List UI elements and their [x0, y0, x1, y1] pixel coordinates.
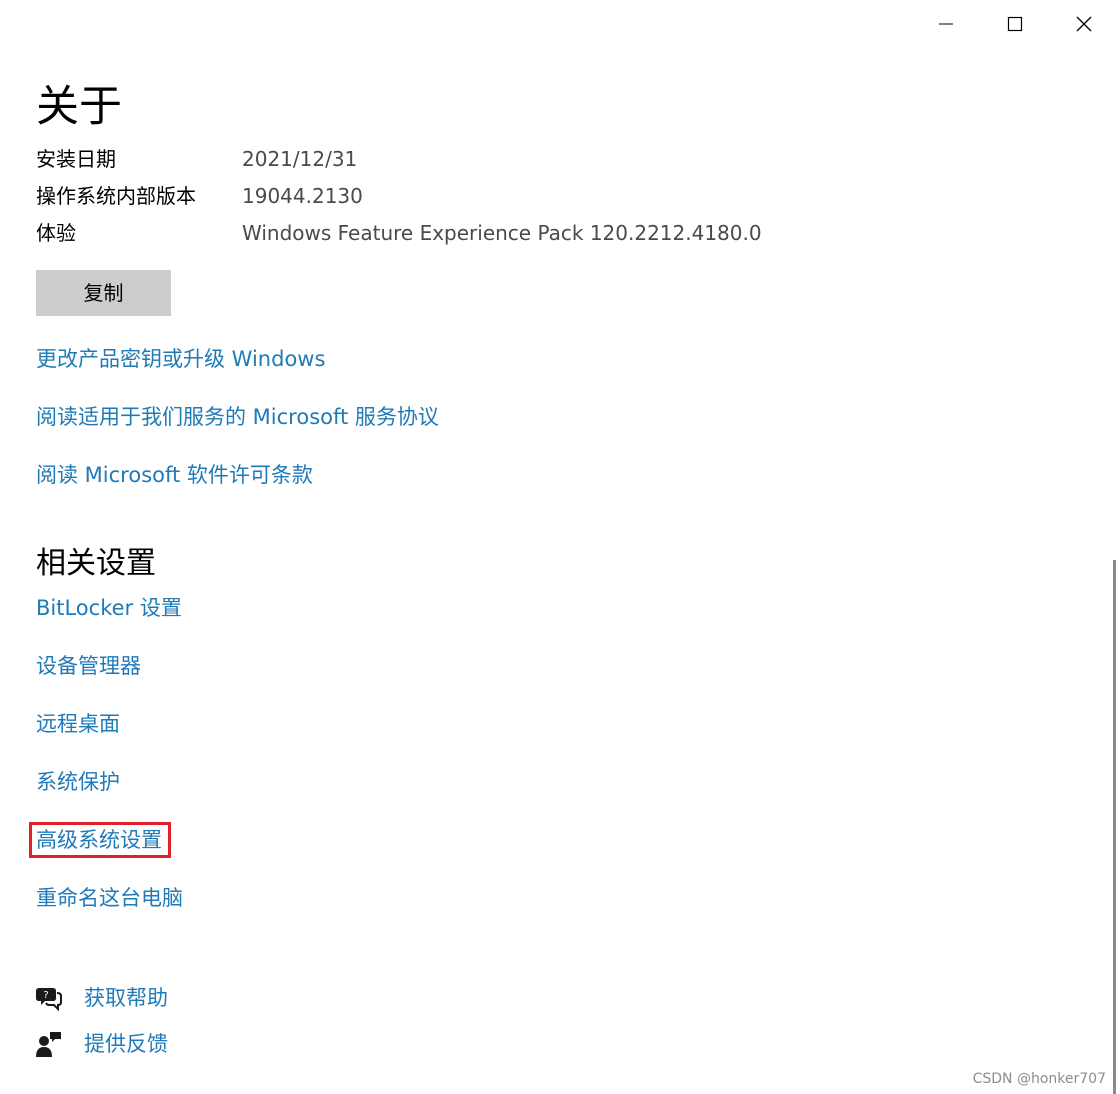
scrollbar[interactable]: [1113, 560, 1116, 1094]
link-device-manager[interactable]: 设备管理器: [36, 651, 141, 681]
spec-value: 2021/12/31: [242, 147, 358, 171]
maximize-button[interactable]: [981, 0, 1049, 48]
link-bitlocker-settings[interactable]: BitLocker 设置: [36, 593, 182, 623]
close-button[interactable]: [1050, 0, 1118, 48]
help-chat-icon: ?: [36, 988, 62, 1011]
settings-about-page: 关于 安装日期 2021/12/31 操作系统内部版本 19044.2130 体…: [0, 0, 1120, 1094]
maximize-icon: [1007, 16, 1023, 32]
feedback-icon: [36, 1032, 61, 1057]
link-system-protection[interactable]: 系统保护: [36, 767, 120, 797]
link-rename-pc[interactable]: 重命名这台电脑: [36, 883, 183, 913]
spec-label: 安装日期: [36, 147, 116, 171]
give-feedback-label: 提供反馈: [84, 1032, 168, 1056]
link-change-product-key[interactable]: 更改产品密钥或升级 Windows: [36, 344, 325, 374]
spec-value: Windows Feature Experience Pack 120.2212…: [242, 221, 762, 245]
svg-text:?: ?: [43, 990, 48, 1001]
close-icon: [1076, 16, 1092, 32]
get-help-label: 获取帮助: [84, 986, 168, 1010]
page-title: 关于: [36, 82, 122, 132]
copy-button[interactable]: 复制: [36, 270, 171, 316]
spec-label: 操作系统内部版本: [36, 184, 196, 208]
highlight-box: [29, 822, 171, 858]
minimize-icon: [939, 23, 953, 25]
watermark: CSDN @honker707: [972, 1071, 1106, 1087]
link-microsoft-license-terms[interactable]: 阅读 Microsoft 软件许可条款: [36, 460, 313, 490]
link-remote-desktop[interactable]: 远程桌面: [36, 709, 120, 739]
related-settings-title: 相关设置: [36, 546, 156, 581]
spec-value: 19044.2130: [242, 184, 363, 208]
minimize-button[interactable]: [912, 0, 980, 48]
link-microsoft-services-agreement[interactable]: 阅读适用于我们服务的 Microsoft 服务协议: [36, 402, 439, 432]
spec-label: 体验: [36, 221, 76, 245]
